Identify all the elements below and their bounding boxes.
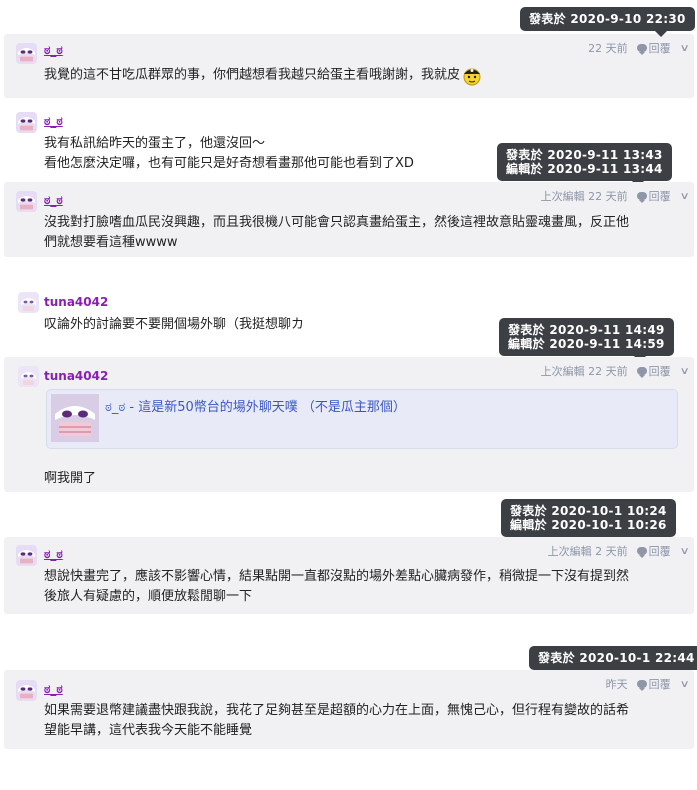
avatar[interactable] — [16, 112, 37, 133]
comment-post: ಠ_ಠ 22 天前 回覆 ∨ 我覺的這不甘吃瓜群眾的事，你們越想看我越只給蛋主看… — [4, 34, 694, 98]
link-preview-card[interactable]: ಠ_ಠ - 這是新50幣台的場外聊天噗 （不是瓜主那個） — [46, 389, 678, 449]
username-link[interactable]: tuna4042 — [44, 295, 108, 309]
comment-line: 望能早講，這代表我今天能不能睡覺 — [44, 723, 253, 738]
post-meta: 上次編輯 2 天前 回覆 ∨ — [548, 543, 689, 559]
comment-text: 沒我對打臉嗜血瓜民沒興趣，而且我很機八可能會只認真畫給蛋主，然後這裡故意貼靈魂畫… — [44, 213, 670, 253]
comment-line: 們就想要看這種wwww — [44, 235, 178, 250]
posted-time: 發表於 2020-10-1 10:24 — [510, 504, 667, 518]
chevron-down-icon[interactable]: ∨ — [679, 546, 689, 557]
chevron-down-icon[interactable]: ∨ — [679, 191, 689, 202]
edited-time: 編輯於 2020-10-1 10:26 — [510, 518, 667, 532]
comment-text: 啊我開了 — [44, 469, 670, 489]
chevron-down-icon[interactable]: ∨ — [679, 43, 689, 54]
reply-bubble-icon — [636, 680, 647, 691]
comment-line: 我覺的這不甘吃瓜群眾的事，你們越想看我越只給蛋主看哦謝謝，我就皮 — [44, 67, 461, 83]
comment-line: 啊我開了 — [44, 471, 97, 486]
comment-text: 想說快畫完了，應該不影響心情，結果點開一直都沒點的場外差點心臟病發作，稍微提一下… — [44, 567, 670, 607]
relative-time[interactable]: 上次編輯 2 天前 — [548, 543, 628, 559]
chevron-down-icon[interactable]: ∨ — [679, 366, 689, 377]
comment-post: tuna4042 上次編輯 22 天前 回覆 ∨ ಠ_ಠ - 這是新50幣台的場… — [4, 357, 694, 492]
post-meta: 22 天前 回覆 ∨ — [588, 40, 689, 56]
reply-button[interactable]: 回覆 — [649, 676, 671, 692]
avatar[interactable] — [18, 292, 39, 313]
preview-thumbnail — [51, 394, 99, 442]
reply-button[interactable]: 回覆 — [649, 188, 671, 204]
comment-post: ಠ_ಠ 昨天 回覆 ∨ 如果需要退幣建議盡快跟我說，我花了足夠甚至是超額的心力在… — [4, 670, 694, 749]
comment-line: 想說快畫完了，應該不影響心情，結果點開一直都沒點的場外差點心臟病發作，稍微提一下… — [44, 569, 630, 584]
post-time-tooltip: 發表於 2020-9-11 14:49 編輯於 2020-9-11 14:59 — [499, 318, 674, 362]
comment-line: 後旅人有疑慮的，順便放鬆閒聊一下 — [44, 589, 253, 604]
avatar[interactable] — [18, 366, 39, 387]
reply-bubble-icon — [636, 192, 647, 203]
reply-button[interactable]: 回覆 — [649, 40, 671, 56]
post-meta: 上次編輯 22 天前 回覆 ∨ — [541, 188, 689, 204]
comment-line: 如果需要退幣建議盡快跟我說，我花了足夠甚至是超額的心力在上面，無愧己心，但行程有… — [44, 703, 630, 718]
pirate-emoji-icon — [463, 68, 481, 86]
comment-post: ಠ_ಠ 上次編輯 22 天前 回覆 ∨ 沒我對打臉嗜血瓜民沒興趣，而且我很機八可… — [4, 182, 694, 257]
post-time-tooltip: 發表於 2020-9-11 13:43 編輯於 2020-9-11 13:44 — [497, 143, 672, 187]
posted-time: 發表於 2020-10-1 22:44 — [538, 651, 695, 665]
reply-bubble-icon — [636, 547, 647, 558]
post-time-tooltip: 發表於 2020-10-1 22:44 — [529, 646, 697, 676]
username-link[interactable]: ಠ_ಠ — [44, 682, 63, 697]
relative-time[interactable]: 上次編輯 22 天前 — [541, 363, 628, 379]
preview-title[interactable]: ಠ_ಠ - 這是新50幣台的場外聊天噗 （不是瓜主那個） — [105, 396, 406, 415]
relative-time[interactable]: 上次編輯 22 天前 — [541, 188, 628, 204]
posted-time: 發表於 2020-9-11 14:49 — [508, 323, 665, 337]
username-link[interactable]: ಠ_ಠ — [44, 43, 63, 58]
relative-time[interactable]: 22 天前 — [588, 40, 628, 56]
username-link[interactable]: ಠ_ಠ — [44, 114, 63, 129]
reply-button[interactable]: 回覆 — [649, 363, 671, 379]
edited-time: 編輯於 2020-9-11 14:59 — [508, 337, 665, 351]
username-link[interactable]: tuna4042 — [44, 369, 108, 383]
avatar[interactable] — [16, 191, 37, 212]
post-time-tooltip: 發表於 2020-10-1 10:24 編輯於 2020-10-1 10:26 — [501, 499, 676, 543]
comment-text: 如果需要退幣建議盡快跟我說，我花了足夠甚至是超額的心力在上面，無愧己心，但行程有… — [44, 701, 670, 741]
reply-bubble-icon — [636, 367, 647, 378]
post-meta: 上次編輯 22 天前 回覆 ∨ — [541, 363, 689, 379]
comment-post: ಠ_ಠ 上次編輯 2 天前 回覆 ∨ 想說快畫完了，應該不影響心情，結果點開一直… — [4, 537, 694, 614]
comment-line: 沒我對打臉嗜血瓜民沒興趣，而且我很機八可能會只認真畫給蛋主，然後這裡故意貼靈魂畫… — [44, 215, 630, 230]
avatar[interactable] — [16, 680, 37, 701]
reply-bubble-icon — [636, 44, 647, 55]
avatar[interactable] — [16, 43, 37, 64]
posted-time: 發表於 2020-9-11 13:43 — [506, 148, 663, 162]
edited-time: 編輯於 2020-9-11 13:44 — [506, 162, 663, 176]
post-time-tooltip: 發表於 2020-9-10 22:30 — [520, 7, 695, 37]
relative-time[interactable]: 昨天 — [606, 676, 628, 692]
posted-time: 發表於 2020-9-10 22:30 — [529, 12, 686, 26]
reply-button[interactable]: 回覆 — [649, 543, 671, 559]
post-meta: 昨天 回覆 ∨ — [606, 676, 689, 692]
comment-text: 我覺的這不甘吃瓜群眾的事，你們越想看我越只給蛋主看哦謝謝，我就皮 — [44, 64, 670, 86]
username-link[interactable]: ಠ_ಠ — [44, 547, 63, 562]
chevron-down-icon[interactable]: ∨ — [679, 679, 689, 690]
avatar[interactable] — [16, 545, 37, 566]
username-link[interactable]: ಠ_ಠ — [44, 193, 63, 208]
